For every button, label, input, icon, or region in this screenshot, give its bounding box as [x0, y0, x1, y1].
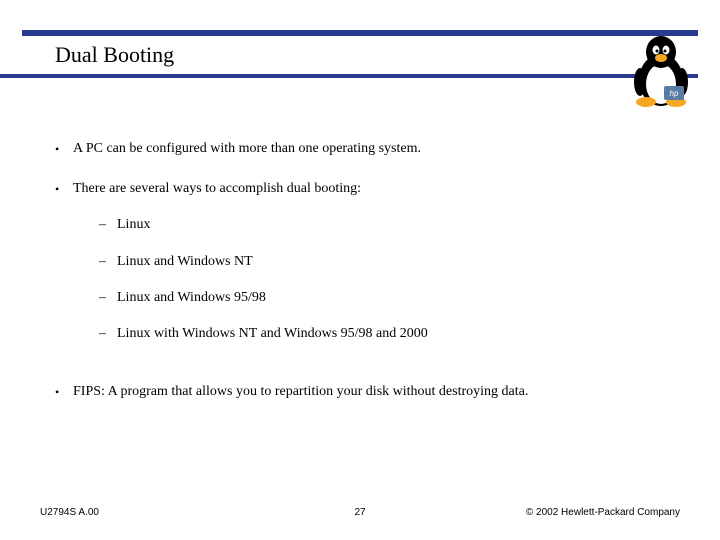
- dash-marker: –: [99, 216, 117, 234]
- bullet-item: • FIPS: A program that allows you to rep…: [55, 383, 680, 401]
- bullet-marker: •: [55, 140, 73, 158]
- bullet-item: • There are several ways to accomplish d…: [55, 180, 680, 361]
- sub-bullet-text: Linux: [117, 216, 150, 234]
- sub-bullet-list: – Linux – Linux and Windows NT – Linux a…: [99, 216, 680, 343]
- page-number: 27: [354, 507, 365, 518]
- svg-text:hp: hp: [670, 89, 679, 98]
- sub-bullet-item: – Linux and Windows NT: [99, 253, 680, 271]
- dash-marker: –: [99, 325, 117, 343]
- dash-marker: –: [99, 253, 117, 271]
- sub-bullet-text: Linux with Windows NT and Windows 95/98 …: [117, 325, 428, 343]
- slide-body: • A PC can be configured with more than …: [55, 140, 680, 423]
- bullet-marker: •: [55, 180, 73, 198]
- bullet-marker: •: [55, 383, 73, 401]
- bullet-text: A PC can be configured with more than on…: [73, 140, 680, 158]
- slide-footer: U2794S A.00 27 © 2002 Hewlett-Packard Co…: [40, 507, 680, 518]
- title-underline-bar: [0, 74, 698, 78]
- sub-bullet-item: – Linux and Windows 95/98: [99, 289, 680, 307]
- bullet-item: • A PC can be configured with more than …: [55, 140, 680, 158]
- dash-marker: –: [99, 289, 117, 307]
- sub-bullet-item: – Linux: [99, 216, 680, 234]
- bullet-text: FIPS: A program that allows you to repar…: [73, 383, 680, 401]
- footer-code: U2794S A.00: [40, 507, 99, 518]
- sub-bullet-text: Linux and Windows NT: [117, 253, 253, 271]
- copyright: © 2002 Hewlett-Packard Company: [526, 507, 680, 518]
- sub-bullet-text: Linux and Windows 95/98: [117, 289, 266, 307]
- slide-title: Dual Booting: [55, 42, 174, 68]
- sub-bullet-item: – Linux with Windows NT and Windows 95/9…: [99, 325, 680, 343]
- bullet-text-span: There are several ways to accomplish dua…: [73, 181, 361, 196]
- tux-penguin-icon: hp: [626, 32, 696, 110]
- top-accent-bar: [22, 30, 698, 36]
- bullet-text: There are several ways to accomplish dua…: [73, 180, 680, 361]
